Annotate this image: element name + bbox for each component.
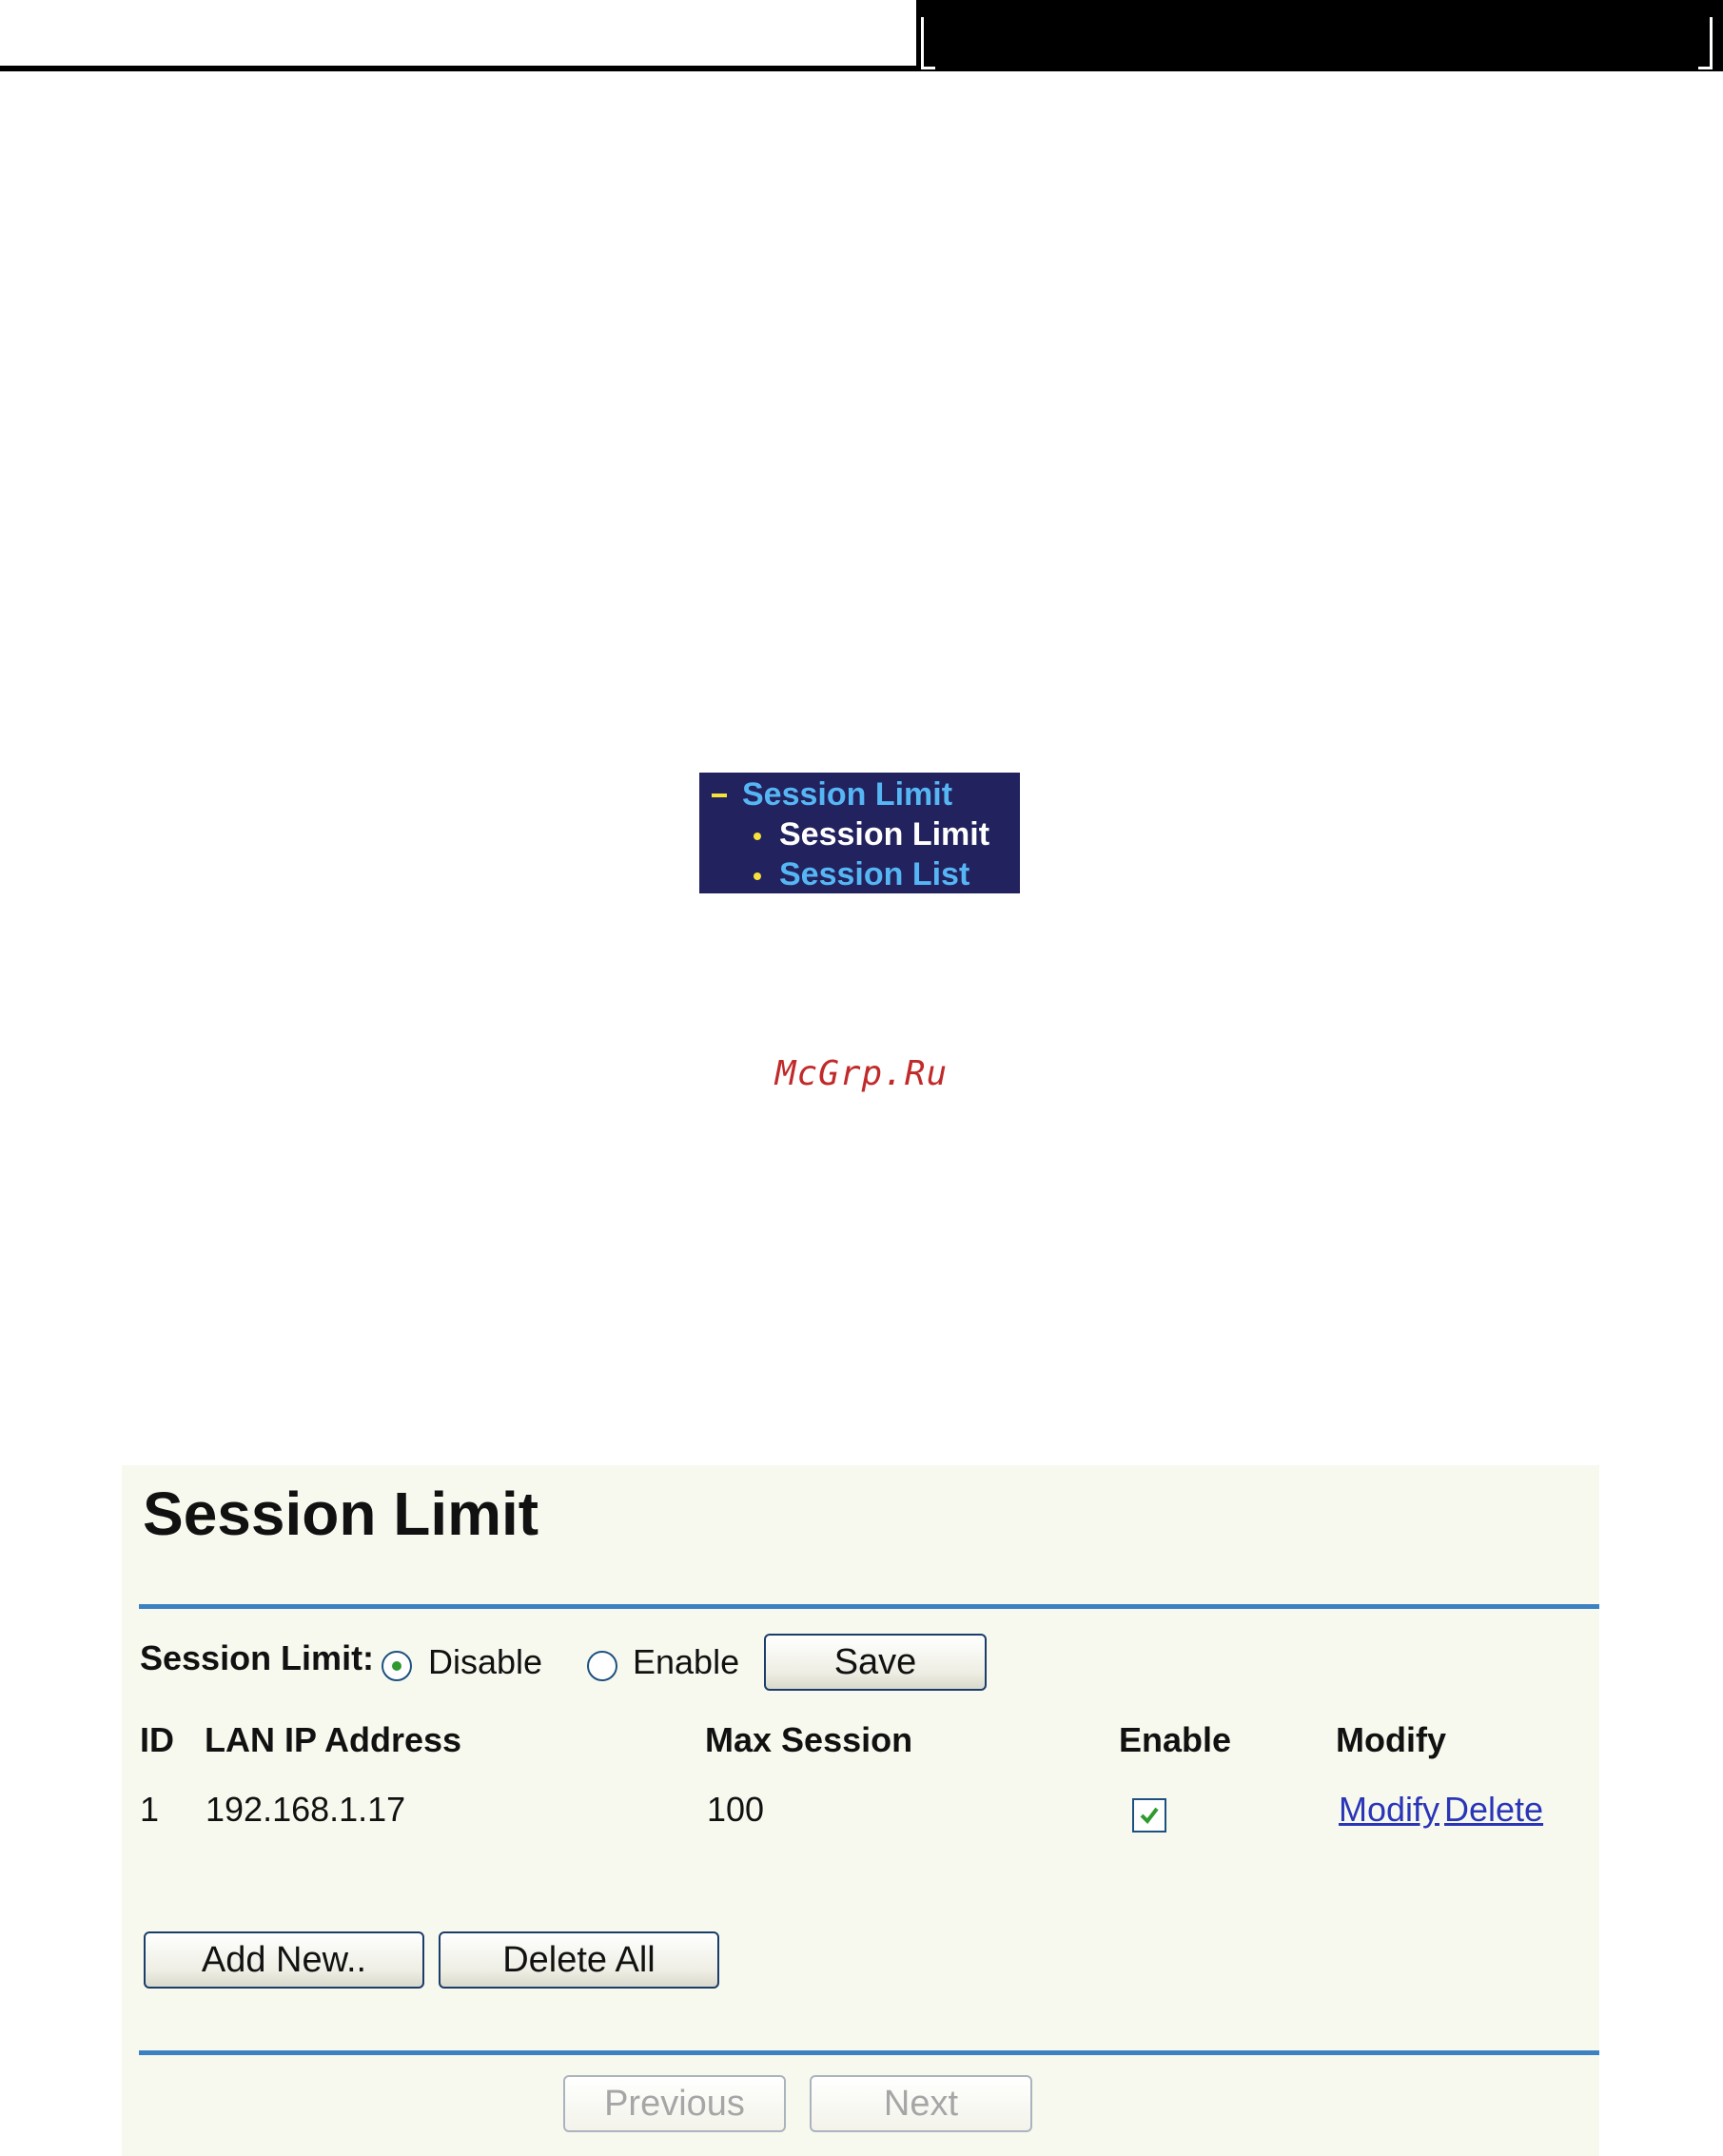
checkmark-icon — [1140, 1807, 1159, 1825]
row-max-session: 100 — [707, 1790, 765, 1829]
divider-bottom — [139, 2050, 1599, 2055]
next-button[interactable]: Next — [810, 2075, 1032, 2132]
radio-enable[interactable] — [587, 1651, 617, 1681]
add-new-button[interactable]: Add New.. — [144, 1931, 424, 1989]
collapse-icon — [712, 794, 727, 797]
menu-group-label: Session Limit — [742, 776, 953, 813]
row-ip: 192.168.1.17 — [206, 1790, 406, 1829]
delete-link[interactable]: Delete — [1444, 1790, 1543, 1830]
bullet-icon — [754, 872, 761, 880]
save-button[interactable]: Save — [764, 1634, 987, 1691]
header-bracket-right — [1698, 17, 1713, 69]
header-bar — [916, 0, 1723, 71]
watermark-text: McGrp.Ru — [774, 1054, 949, 1093]
radio-disable-label: Disable — [428, 1642, 543, 1681]
delete-all-button[interactable]: Delete All — [439, 1931, 719, 1989]
col-header-max-session: Max Session — [705, 1720, 913, 1759]
header-bracket-left — [921, 17, 935, 69]
page-title: Session Limit — [143, 1480, 539, 1548]
session-limit-menu: Session Limit Session Limit Session List — [699, 773, 1020, 893]
row-enable-checkbox[interactable] — [1132, 1798, 1166, 1833]
modify-link[interactable]: Modify — [1339, 1790, 1439, 1830]
radio-enable-label: Enable — [633, 1642, 740, 1681]
menu-item-session-limit[interactable]: Session Limit — [699, 814, 1020, 854]
divider-top — [139, 1604, 1599, 1609]
col-header-modify: Modify — [1336, 1720, 1446, 1759]
col-header-id: ID — [140, 1720, 174, 1759]
row-id: 1 — [140, 1790, 160, 1829]
previous-button[interactable]: Previous — [563, 2075, 786, 2132]
radio-selected-dot — [392, 1661, 401, 1671]
col-header-enable: Enable — [1119, 1720, 1232, 1759]
header-rule — [0, 66, 916, 71]
col-header-lan-ip: LAN IP Address — [205, 1720, 462, 1759]
session-limit-label: Session Limit: — [140, 1638, 375, 1677]
menu-item-session-list[interactable]: Session List — [699, 854, 1020, 894]
session-limit-panel: Session Limit Session Limit: Disable Ena… — [122, 1465, 1599, 2156]
menu-item-label: Session List — [779, 856, 970, 892]
bullet-icon — [754, 833, 761, 840]
radio-disable[interactable] — [382, 1651, 412, 1681]
menu-item-label: Session Limit — [779, 816, 990, 853]
menu-item-session-limit-group[interactable]: Session Limit — [699, 774, 1020, 814]
